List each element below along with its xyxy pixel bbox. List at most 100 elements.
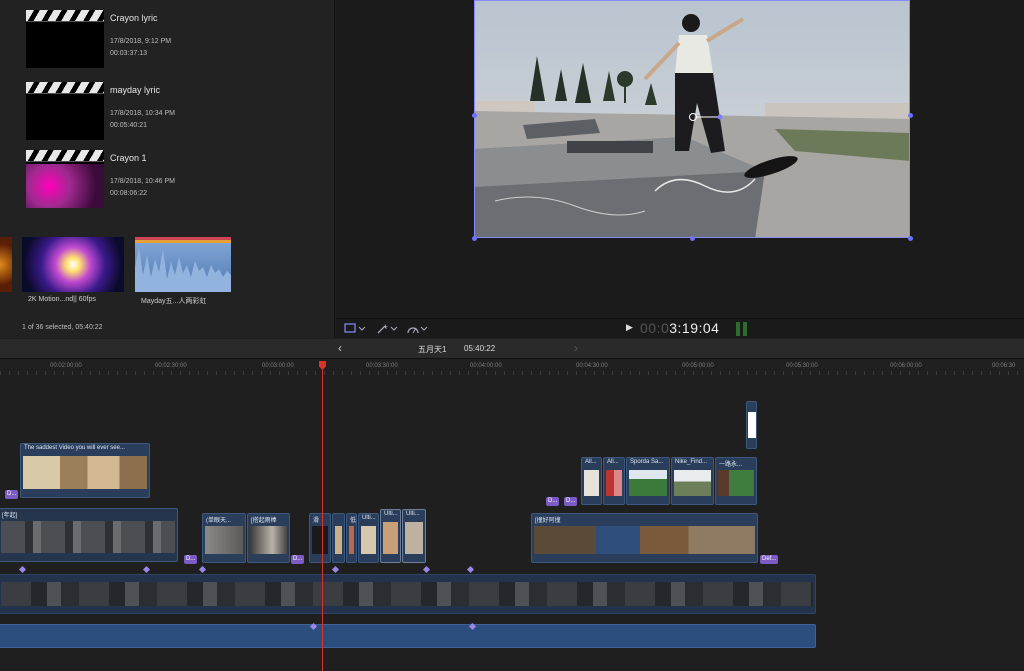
marker-tag[interactable]: D... [546,497,560,506]
video-frame[interactable] [474,0,910,238]
timeline-clip[interactable] [746,401,757,449]
video-still [475,1,909,237]
chevron-right-icon[interactable]: › [574,341,578,355]
clip-title: Ulti... [362,515,376,521]
ruler-label: 00:05:00:00 [682,363,714,369]
timecode-dim: 00:0 [640,320,670,336]
marker-icon[interactable] [331,565,340,574]
marker-tag[interactable]: D... [291,555,305,564]
timeline-clip[interactable]: [撞好阿撞 [531,513,758,563]
clapper-icon [26,10,104,68]
ruler-label: 00:02:30:00 [155,363,187,369]
clip-title: 低 [350,518,357,524]
event-duration: 00:05:40:21 [110,122,147,129]
timeline-clip[interactable]: 一路永... [715,457,757,505]
marker-icon[interactable] [142,565,151,574]
timeline-clip[interactable]: The saddest Video you will ever see... [20,443,150,498]
transform-handle[interactable] [472,113,477,118]
marker-tag[interactable]: Def... [760,555,779,564]
clip-thumbnail[interactable] [135,237,231,292]
timeline-ruler[interactable]: 00:02:00:00 00:02:30:00 00:03:00:00 00:0… [0,359,1024,375]
transform-handle[interactable] [908,236,913,241]
timeline-clip[interactable]: All... [603,457,625,505]
event-item[interactable]: mayday lyric 17/8/2018, 10:34 PM 00:05:4… [26,82,326,144]
transform-handle[interactable] [690,236,695,241]
speed-gauge-icon[interactable] [406,323,428,335]
event-date: 17/8/2018, 10:34 PM [110,110,175,117]
clip-title: All... [607,459,619,465]
transform-icon[interactable] [344,323,366,335]
ruler-label: 00:05:30:00 [786,363,818,369]
timecode-value: 3:19:04 [669,320,720,336]
timeline-header: ‹ 五月天1 05:40:22 › [0,339,1024,359]
clip-title: [年起] [2,513,18,519]
transform-handle[interactable] [908,113,913,118]
timeline-clip[interactable]: (单眼天... [202,513,246,563]
event-duration: 00:03:37:13 [110,50,147,57]
clip-label: Mayday五...人两彩虹 [141,298,207,305]
marker-icon[interactable] [422,565,431,574]
event-name: mayday lyric [110,85,161,95]
timecode-display: 00:03:19:04 [640,320,719,336]
clip-title: [撞好阿撞 [535,518,561,524]
clip-title: Ulti... [384,511,398,517]
ruler-label: 00:03:30:00 [366,363,398,369]
viewer: ▶ 00:03:19:04 [336,0,1024,338]
magic-wand-icon[interactable] [376,323,398,335]
clip-title: All... [585,459,597,465]
marker-tag[interactable]: D... [184,555,198,564]
clip-title: Sporda Sa... [630,459,664,465]
marker-tag[interactable]: D... [5,490,19,499]
clip-thumbnail[interactable] [0,237,12,292]
primary-storyline-clip[interactable] [0,574,816,614]
ruler-label: 00:02:00:00 [50,363,82,369]
timeline[interactable]: The saddest Video you will ever see... D… [0,375,1024,671]
clip-thumbnail[interactable] [22,237,124,292]
transform-handle[interactable] [472,236,477,241]
timeline-clip[interactable]: Ulti... [358,513,379,563]
ruler-label: 00:03:00:00 [262,363,294,369]
timeline-clip[interactable]: [搭起雨棒 [247,513,290,563]
chevron-left-icon[interactable]: ‹ [338,341,342,355]
clip-title: [搭起雨棒 [251,518,277,524]
event-item[interactable]: Crayon lyric 17/8/2018, 9:12 PM 00:03:37… [26,10,326,72]
timeline-clip[interactable]: All... [581,457,602,505]
event-item[interactable]: Crayon 1 17/8/2018, 10:46 PM 00:08:06:22 [26,150,326,212]
playhead[interactable] [322,361,323,671]
marker-icon[interactable] [198,565,207,574]
ruler-label: 00:04:00:00 [470,363,502,369]
event-duration: 00:08:06:22 [110,190,147,197]
ruler-label: 00:04:30:00 [576,363,608,369]
clip-title: 滑 [313,518,320,524]
timeline-clip[interactable]: Ulti... [380,509,401,563]
event-name: Crayon 1 [110,153,147,163]
timeline-clip[interactable]: Sporda Sa... [626,457,670,505]
timeline-clip[interactable]: [年起] [0,508,178,562]
event-date: 17/8/2018, 10:46 PM [110,178,175,185]
marker-icon[interactable] [466,565,475,574]
marker-icon[interactable] [18,565,27,574]
clapper-icon [26,82,104,140]
clip-title: Ulti... [406,511,420,517]
selection-status: 1 of 36 selected, 05:40:22 [22,324,103,331]
audio-waveform-icon [135,247,231,292]
timeline-clip[interactable]: 低 [346,513,357,563]
viewer-toolbar: ▶ 00:03:19:04 [336,318,1024,338]
project-duration: 05:40:22 [464,344,496,353]
play-icon[interactable]: ▶ [626,322,633,333]
timeline-clip[interactable] [332,513,345,563]
clip-title: (单眼天... [206,518,231,524]
timeline-clip[interactable]: 滑 [309,513,331,563]
clip-title: 一路永... [719,462,743,468]
clip-title: The saddest Video you will ever see... [24,445,125,451]
timeline-clip[interactable]: Ulti... [402,509,426,563]
clip-label: 2K Motion...nd|| 60fps [28,296,96,303]
event-date: 17/8/2018, 9:12 PM [110,38,172,45]
clapper-icon [26,150,104,208]
marker-tag[interactable]: D... [564,497,578,506]
audio-clip[interactable] [0,624,816,648]
clip-title: Nike_Find... [675,459,708,465]
timeline-clip[interactable]: Nike_Find... [671,457,714,505]
audio-meter-icon [736,322,748,336]
event-name: Crayon lyric [110,13,158,23]
